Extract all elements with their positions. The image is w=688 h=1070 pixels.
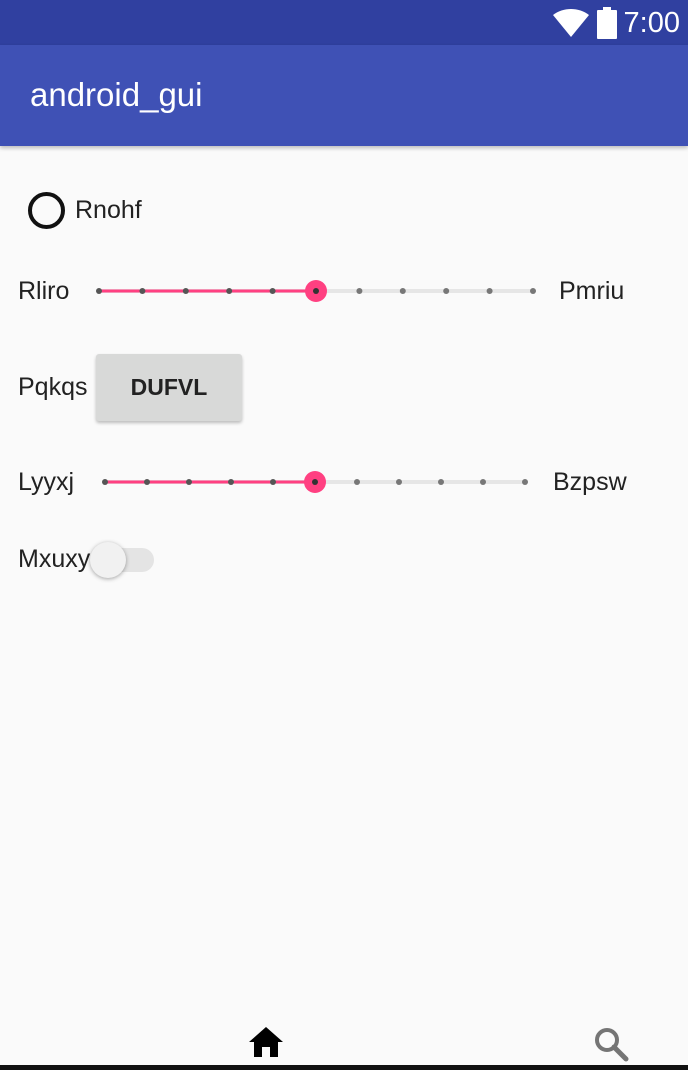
radio-label: Rnohf — [75, 196, 142, 224]
slider-tick[interactable] — [354, 479, 360, 485]
slider-tick[interactable] — [480, 479, 486, 485]
slider2-left-label: Lyyxj — [18, 468, 75, 496]
slider-tick[interactable] — [144, 479, 150, 485]
status-bar: 7:00 — [0, 0, 688, 45]
home-icon[interactable] — [248, 1026, 284, 1058]
radio-circle[interactable] — [28, 192, 65, 229]
slider-tick[interactable] — [186, 479, 192, 485]
slider-tick[interactable] — [486, 288, 493, 294]
status-time: 7:00 — [623, 6, 680, 39]
slider1-left-label: Rliro — [18, 277, 70, 305]
slider-tick[interactable] — [530, 288, 536, 294]
status-icons: 7:00 — [552, 6, 680, 40]
radio-button-rnohf[interactable]: Rnohf — [28, 192, 142, 229]
slider-tick[interactable] — [396, 479, 402, 485]
slider2[interactable] — [95, 467, 535, 497]
slider-thumb-dot[interactable] — [313, 288, 319, 294]
slider2-track[interactable] — [95, 467, 535, 497]
search-icon[interactable] — [593, 1026, 629, 1062]
battery-icon — [596, 7, 617, 39]
nav-bottom-line — [0, 1065, 688, 1070]
mxuxy-switch[interactable] — [90, 542, 156, 578]
dufvl-button[interactable]: DUFVL — [96, 354, 242, 421]
app-bar: android_gui — [0, 45, 688, 146]
switch-thumb[interactable] — [90, 542, 126, 578]
wifi-icon — [552, 9, 589, 37]
slider-tick[interactable] — [356, 288, 363, 294]
slider-tick[interactable] — [399, 288, 406, 294]
app-title: android_gui — [30, 76, 203, 113]
slider2-right-label: Bzpsw — [553, 468, 627, 496]
slider-tick[interactable] — [228, 479, 234, 485]
slider-tick[interactable] — [438, 479, 444, 485]
slider-thumb-dot[interactable] — [312, 479, 318, 485]
slider-tick[interactable] — [226, 288, 233, 294]
slider-tick[interactable] — [269, 288, 276, 294]
slider1[interactable] — [88, 276, 544, 306]
slider1-track[interactable] — [88, 276, 544, 306]
slider-tick[interactable] — [139, 288, 146, 294]
slider-tick[interactable] — [522, 479, 528, 485]
slider-tick[interactable] — [182, 288, 189, 294]
slider-tick[interactable] — [96, 288, 102, 294]
slider-tick[interactable] — [102, 479, 108, 485]
switch-label: Mxuxy — [18, 545, 91, 573]
bottom-nav — [0, 1010, 688, 1070]
slider-tick[interactable] — [270, 479, 276, 485]
button-row-label: Pqkqs — [18, 373, 88, 401]
slider1-right-label: Pmriu — [559, 277, 625, 305]
slider-tick[interactable] — [443, 288, 450, 294]
